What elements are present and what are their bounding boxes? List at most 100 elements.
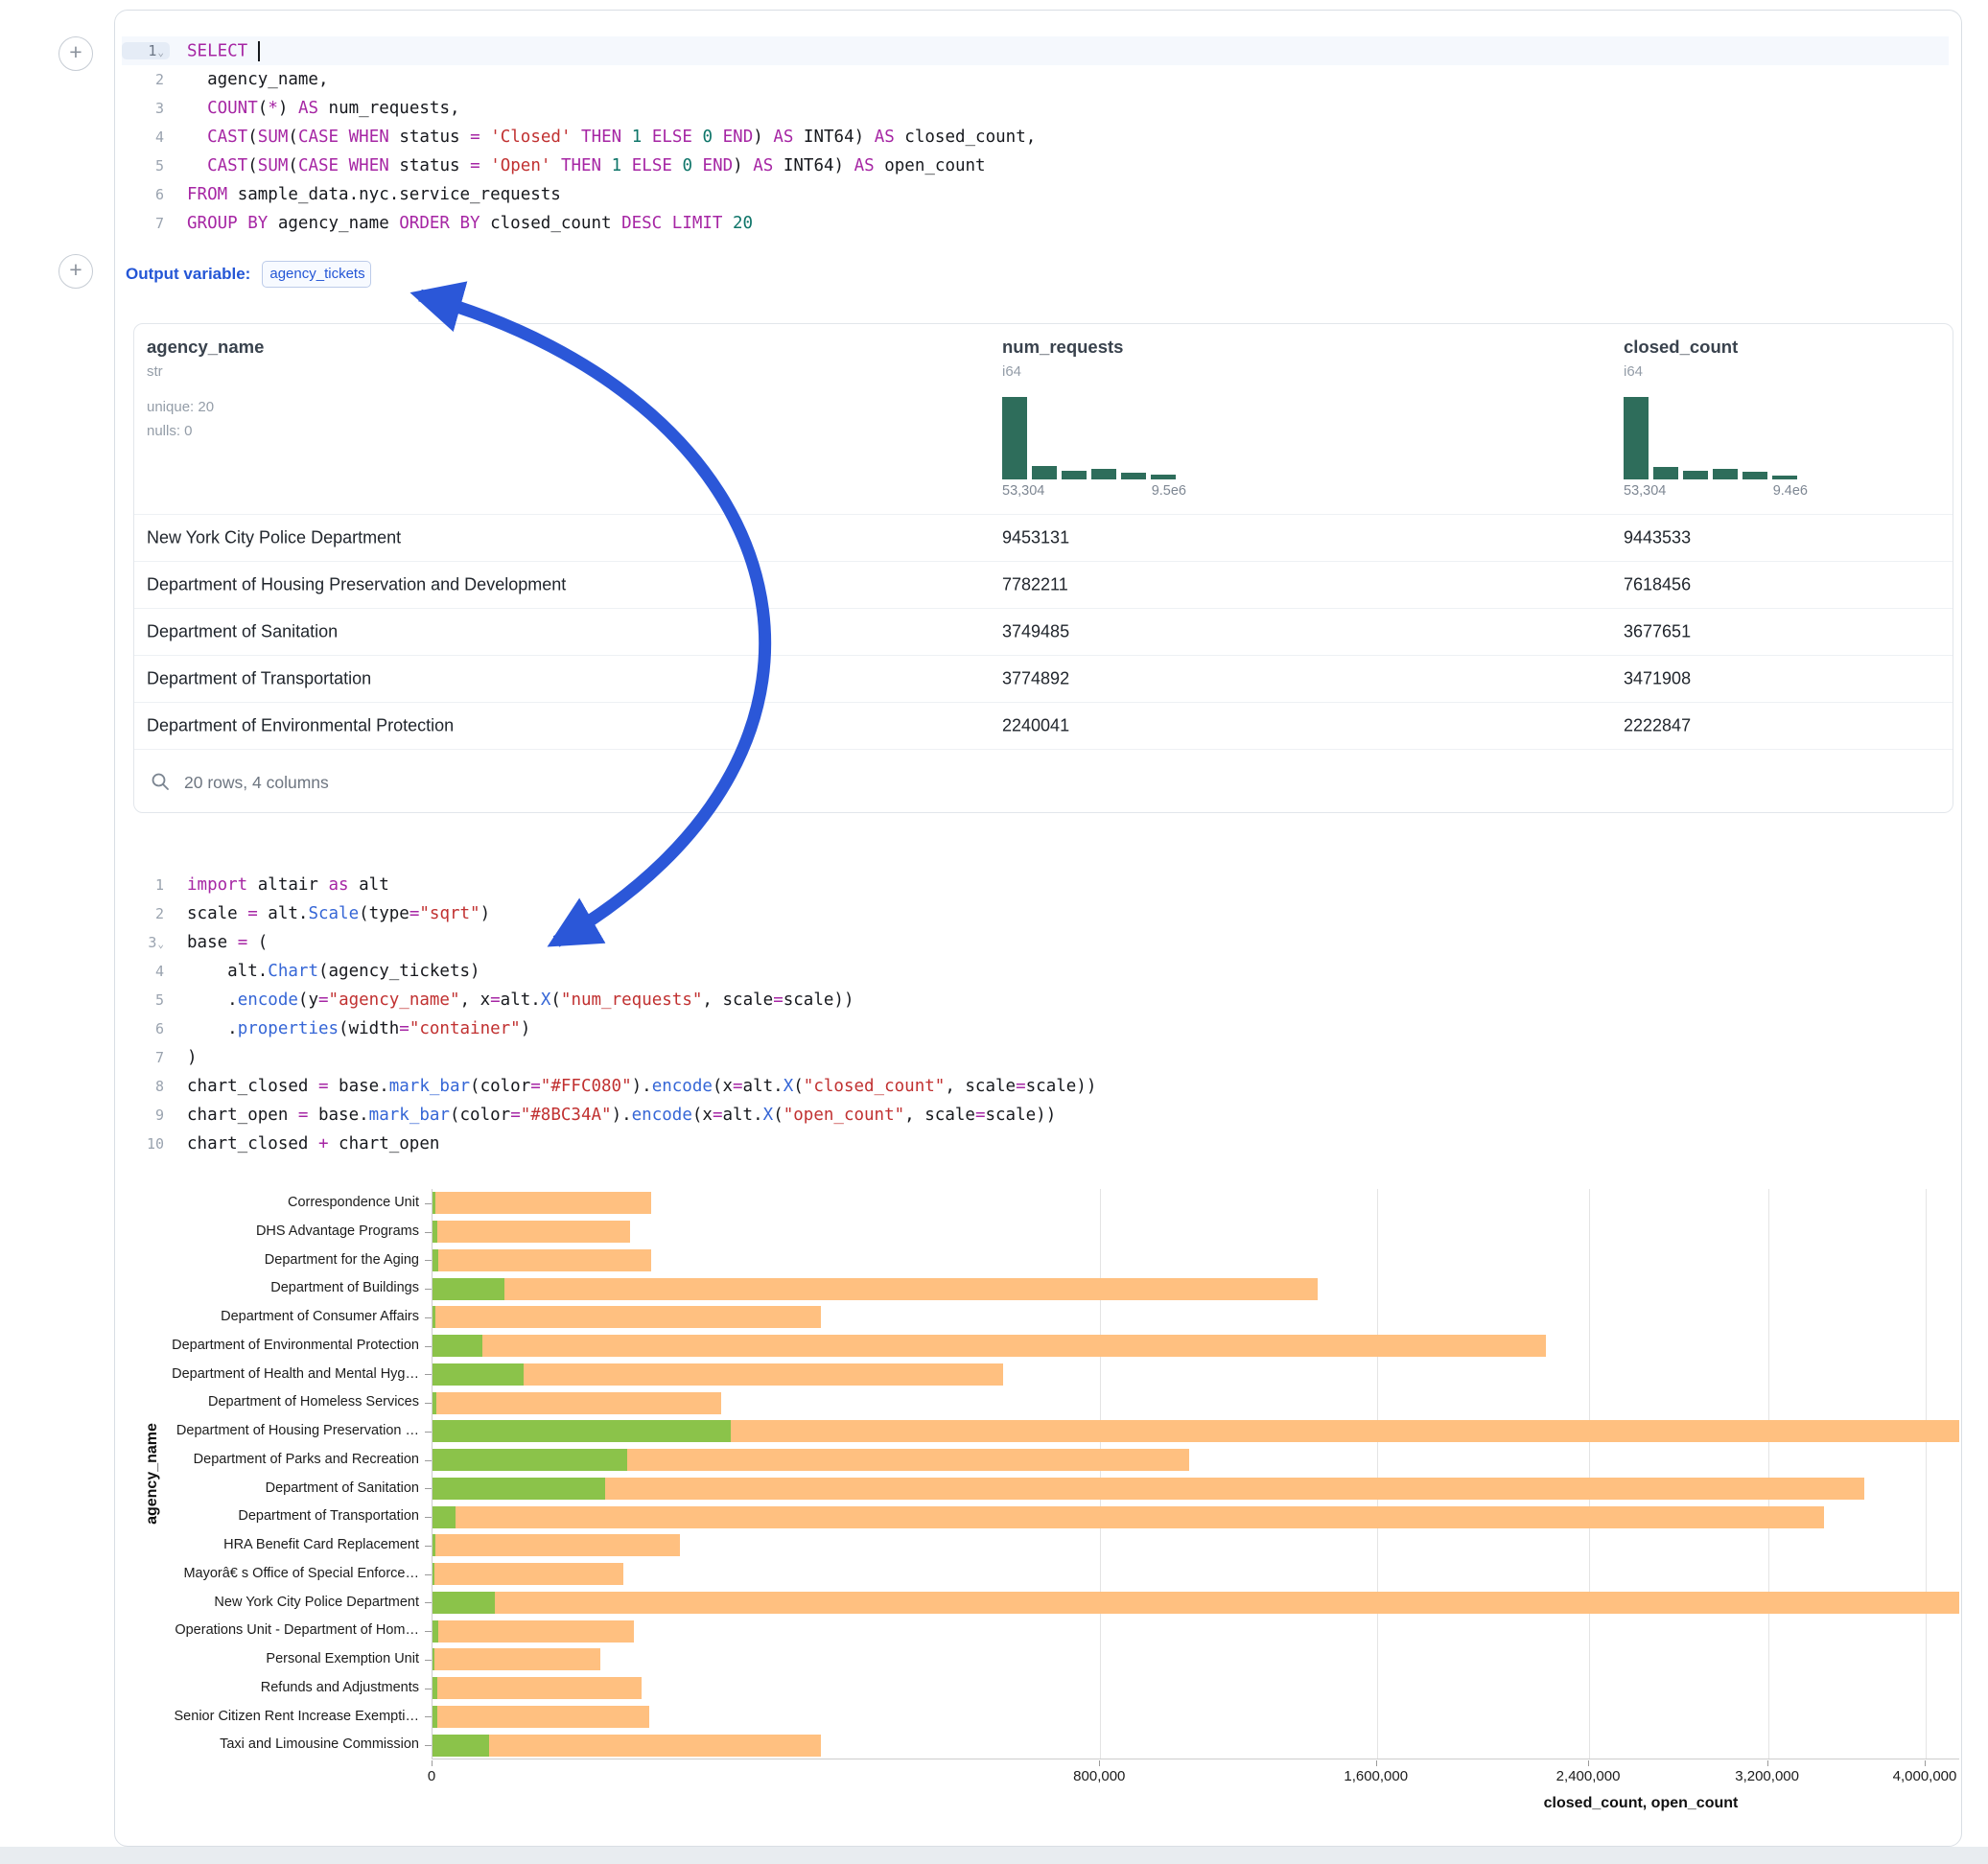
code-token: (color (450, 1106, 510, 1125)
table-cell: 7618456 (1624, 575, 1691, 595)
column-name: closed_count (1624, 337, 1738, 358)
sql-editor[interactable]: 1⌄SELECT 2 agency_name,3 COUNT(*) AS num… (122, 36, 1949, 238)
column-meta: unique: 20 (147, 399, 214, 415)
bar-closed-count (433, 1620, 634, 1643)
code-token: chart_open (329, 1134, 440, 1153)
code-token: closed_count (480, 214, 622, 233)
code-token: (y (298, 990, 318, 1010)
code-token: ). (612, 1106, 632, 1125)
histogram-bar (1121, 473, 1146, 479)
gridline (1926, 1189, 1927, 1759)
y-axis-label: HRA Benefit Card Replacement (114, 1531, 419, 1560)
code-token: alt. (501, 990, 541, 1010)
bar-closed-count (433, 1506, 1824, 1528)
code-token: mark_bar (389, 1077, 470, 1096)
bar-open-count (433, 1506, 456, 1528)
chart-y-axis-title: agency_name (144, 1423, 161, 1525)
code-token: "container" (409, 1019, 521, 1038)
code-token: chart_closed (187, 1134, 318, 1153)
code-token (187, 99, 207, 118)
code-token: = (975, 1106, 986, 1125)
bar-open-count (433, 1392, 436, 1414)
bar-open-count (433, 1449, 627, 1471)
code-token: (agency_tickets) (318, 962, 480, 981)
bar-open-count (433, 1735, 489, 1757)
code-token: import (187, 875, 247, 895)
code-line: 8chart_closed = base.mark_bar(color="#FF… (122, 1072, 1949, 1101)
add-cell-button[interactable]: + (58, 36, 93, 71)
y-axis-tick (425, 1660, 432, 1661)
y-axis-label: Refunds and Adjustments (114, 1674, 419, 1703)
histogram-bar (1032, 466, 1057, 479)
code-token: altair (247, 875, 328, 895)
code-token (187, 156, 207, 175)
code-token (672, 156, 683, 175)
histogram-max: 9.5e6 (1152, 483, 1186, 499)
y-axis-label: Mayorâ€ s Office of Special Enforce… (114, 1560, 419, 1589)
code-text: FROM sample_data.nyc.service_requests (170, 185, 561, 204)
x-axis-label: 0 (428, 1768, 435, 1784)
code-token: DESC (621, 214, 662, 233)
code-token (713, 128, 723, 147)
code-token: 1 (612, 156, 622, 175)
code-token: AS (875, 128, 895, 147)
code-text: base = ( (170, 933, 268, 952)
bar-open-count (433, 1363, 524, 1386)
output-variable-row: Output variable: agency_tickets (126, 261, 371, 288)
column-header-num_requests[interactable]: num_requestsi6453,3049.5e6 (1002, 324, 1290, 512)
code-line: 10chart_closed + chart_open (122, 1130, 1949, 1158)
code-text: ) (170, 1048, 198, 1067)
gridline (1768, 1189, 1769, 1759)
x-axis-tick (1767, 1760, 1768, 1766)
sql-results-table: 20 rows, 4 columns agency_namestrunique:… (133, 323, 1953, 813)
column-header-closed_count[interactable]: closed_counti6453,3049.4e6 (1624, 324, 1911, 512)
histogram-bar (1713, 469, 1738, 479)
code-token: ( (247, 156, 258, 175)
code-token: LIMIT (672, 214, 723, 233)
table-row: Department of Transportation377489234719… (134, 655, 1953, 702)
code-token: 1 (632, 128, 643, 147)
y-axis-tick (425, 1232, 432, 1233)
python-editor[interactable]: 1import altair as alt2scale = alt.Scale(… (122, 871, 1949, 1158)
table-cell: Department of Housing Preservation and D… (147, 575, 566, 595)
y-axis-label: Department of Homeless Services (114, 1388, 419, 1417)
code-token (662, 214, 672, 233)
line-number: 4 (122, 128, 170, 146)
collapse-chevron-icon[interactable]: ⌄ (157, 46, 164, 58)
output-variable-chip[interactable]: agency_tickets (262, 261, 371, 288)
y-axis-label: Department of Buildings (114, 1274, 419, 1303)
code-token: chart_closed (187, 1077, 318, 1096)
collapse-chevron-icon[interactable]: ⌄ (157, 938, 164, 950)
line-number: 4 (122, 963, 170, 980)
code-token: as (329, 875, 349, 895)
line-number: 6 (122, 1020, 170, 1037)
y-axis-tick (425, 1631, 432, 1632)
code-token: base. (329, 1077, 389, 1096)
x-axis-tick (1588, 1760, 1589, 1766)
code-token: (x (692, 1106, 713, 1125)
code-token: agency_name, (187, 70, 329, 89)
column-header-agency_name[interactable]: agency_namestrunique: 20nulls: 0 (147, 324, 434, 512)
code-token: . (187, 990, 238, 1010)
code-token: ( (550, 990, 561, 1010)
code-token: SUM (258, 156, 289, 175)
bar-open-count (433, 1420, 731, 1442)
code-line: 6 .properties(width="container") (122, 1014, 1949, 1043)
code-token (480, 156, 491, 175)
code-token: Scale (308, 904, 359, 923)
y-axis-tick (425, 1203, 432, 1204)
y-axis-tick (425, 1260, 432, 1261)
code-text: chart_closed = base.mark_bar(color="#FFC… (170, 1077, 1096, 1096)
code-token: AS (773, 128, 793, 147)
notebook-page: + + 1⌄SELECT 2 agency_name,3 COUNT(*) AS… (0, 0, 1988, 1864)
code-token: AS (753, 156, 773, 175)
y-axis-label: Senior Citizen Rent Increase Exempti… (114, 1703, 419, 1732)
code-token: (color (470, 1077, 530, 1096)
table-cell: 3471908 (1624, 669, 1691, 689)
table-cell: Department of Environmental Protection (147, 716, 454, 736)
y-axis-tick (425, 1574, 432, 1575)
code-token: , scale (945, 1077, 1016, 1096)
search-icon[interactable] (150, 771, 171, 797)
add-cell-button[interactable]: + (58, 254, 93, 289)
line-number: 2 (122, 71, 170, 88)
